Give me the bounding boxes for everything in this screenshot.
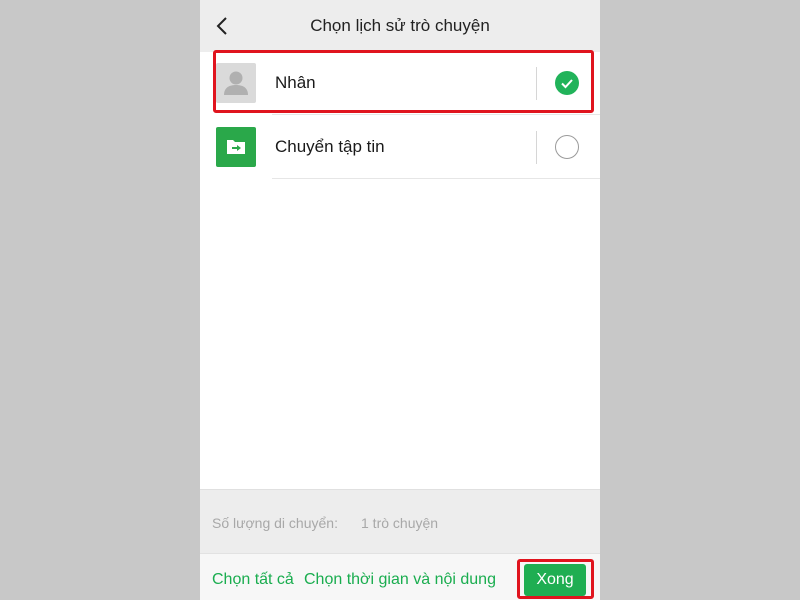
chat-name: Nhân bbox=[275, 73, 316, 92]
selection-count-bar: Số lượng di chuyển: 1 trò chuyện bbox=[200, 489, 600, 553]
chat-name: Chuyển tập tin bbox=[275, 137, 385, 156]
checkmark-icon bbox=[561, 79, 573, 89]
phone-screen: Chọn lịch sử trò chuyện Nhân Chuyển tập … bbox=[200, 0, 600, 600]
select-all-button[interactable]: Chọn tất cả bbox=[212, 571, 294, 589]
row-divider bbox=[272, 114, 600, 115]
bottom-action-bar: Chọn tất cả Chọn thời gian và nội dung X… bbox=[200, 553, 600, 600]
chat-list: Nhân Chuyển tập tin bbox=[200, 52, 600, 489]
count-value: 1 trò chuyện bbox=[361, 515, 439, 531]
done-button[interactable]: Xong bbox=[524, 564, 586, 596]
user-avatar-icon bbox=[216, 63, 256, 103]
page-title: Chọn lịch sử trò chuyện bbox=[310, 16, 490, 35]
header-bar: Chọn lịch sử trò chuyện bbox=[200, 0, 600, 52]
select-time-content-button[interactable]: Chọn thời gian và nội dung bbox=[304, 571, 496, 589]
divider bbox=[536, 131, 537, 164]
checkbox-unchecked[interactable] bbox=[555, 135, 579, 159]
row-divider bbox=[272, 178, 600, 179]
checkbox-checked[interactable] bbox=[555, 71, 579, 95]
chat-row-file-transfer[interactable]: Chuyển tập tin bbox=[200, 116, 600, 179]
file-transfer-icon bbox=[216, 127, 256, 167]
count-label: Số lượng di chuyển: bbox=[212, 515, 338, 531]
chat-row-nhan[interactable]: Nhân bbox=[200, 52, 600, 115]
divider bbox=[536, 67, 537, 100]
